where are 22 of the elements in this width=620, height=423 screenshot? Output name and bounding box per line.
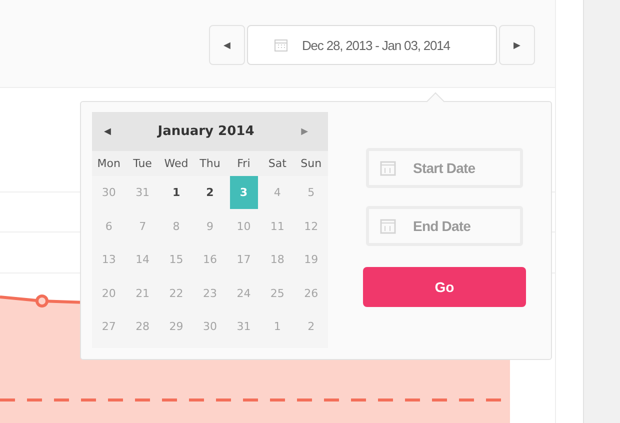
weekday-label: Sat [267, 157, 288, 170]
next-month-button[interactable]: ▶ [301, 126, 308, 136]
next-week-button[interactable]: ▶ [499, 25, 535, 65]
calendar-day[interactable]: 2 [196, 176, 224, 209]
calendar-day[interactable]: 3 [230, 176, 258, 209]
calendar-icon [380, 218, 396, 234]
calendar-icon [274, 38, 288, 52]
calendar-icon [380, 160, 396, 176]
weekday-label: Mon [96, 157, 122, 170]
weekday-label: Thu [198, 157, 222, 170]
month-title: January 2014 [158, 124, 254, 139]
date-range-button[interactable]: Dec 28, 2013 - Jan 03, 2014 [247, 25, 497, 65]
go-button[interactable]: Go [363, 267, 526, 307]
previous-week-button[interactable]: ◀ [209, 25, 245, 65]
calendar-day[interactable]: 1 [162, 176, 190, 209]
weekday-label: Wed [163, 157, 190, 170]
end-date-field[interactable]: End Date [366, 206, 523, 246]
weekday-label: Fri [236, 157, 252, 170]
weekday-label: Sun [300, 157, 323, 170]
start-date-field[interactable]: Start Date [366, 148, 523, 188]
previous-month-button[interactable]: ◀ [104, 126, 111, 136]
weekday-label: Tue [132, 157, 153, 170]
